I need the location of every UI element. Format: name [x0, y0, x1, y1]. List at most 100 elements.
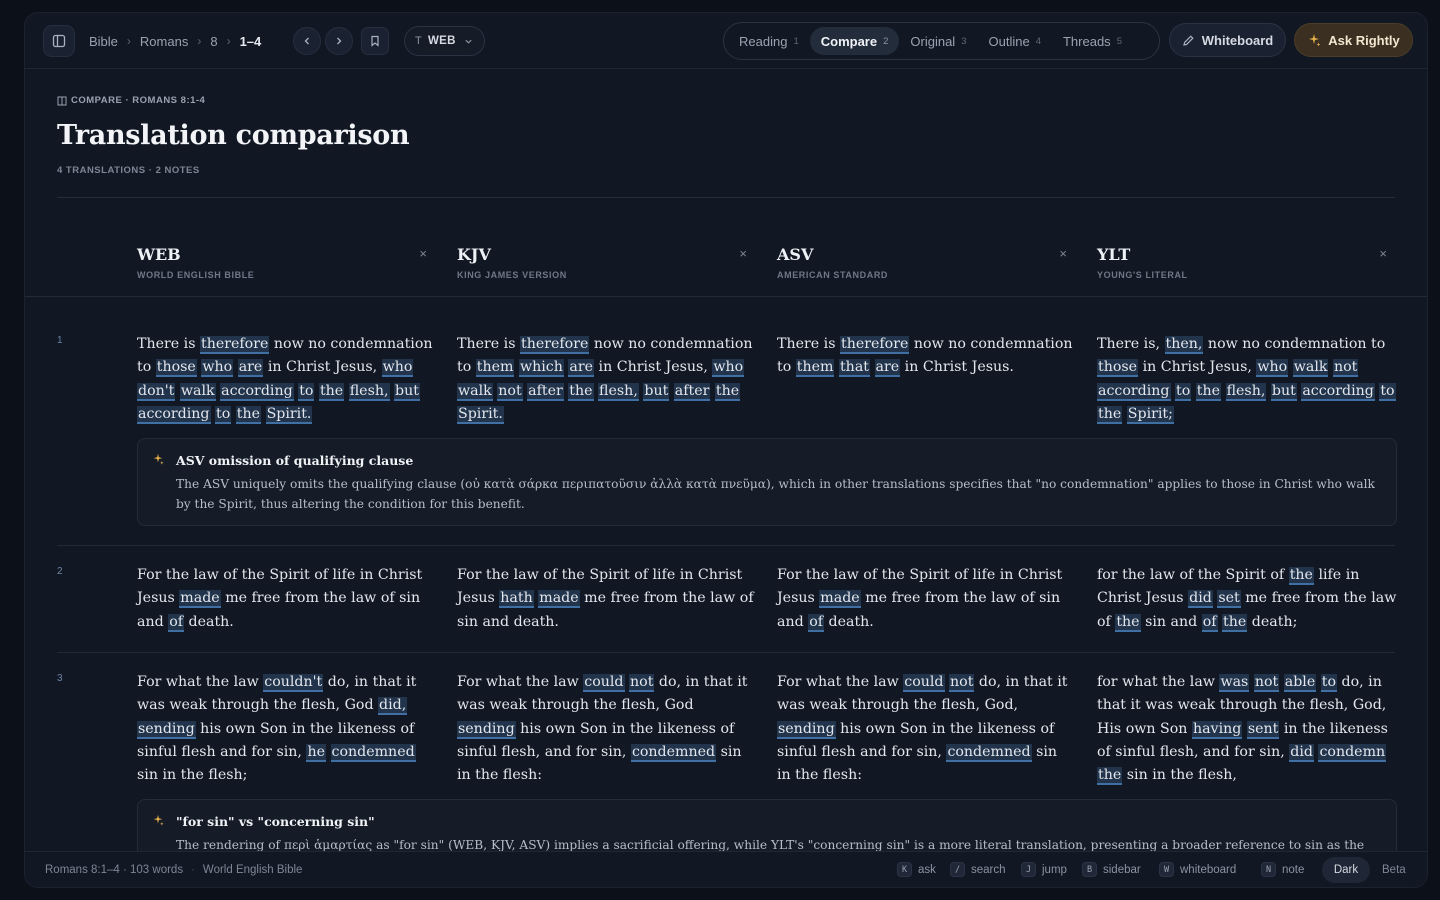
- highlighted-word[interactable]: could: [903, 674, 945, 692]
- highlighted-word[interactable]: those: [1097, 359, 1139, 378]
- highlighted-word[interactable]: them: [475, 359, 515, 378]
- highlighted-word[interactable]: then,: [1164, 336, 1204, 354]
- highlighted-word[interactable]: having: [1191, 720, 1243, 739]
- highlighted-word[interactable]: sent: [1246, 720, 1280, 739]
- tab-compare[interactable]: Compare 2: [809, 27, 900, 55]
- shortcut-whiteboard[interactable]: W whiteboard: [1159, 862, 1236, 877]
- highlighted-word[interactable]: flesh,: [1225, 382, 1267, 401]
- highlighted-word[interactable]: of: [168, 613, 184, 632]
- highlighted-word[interactable]: to: [1379, 382, 1396, 401]
- highlighted-word[interactable]: flesh,: [598, 382, 639, 401]
- note-card[interactable]: ASV omission of qualifying clause The AS…: [137, 438, 1397, 526]
- highlighted-word[interactable]: the: [235, 405, 262, 424]
- highlighted-word[interactable]: to: [1175, 382, 1192, 401]
- highlighted-word[interactable]: who: [1256, 359, 1289, 378]
- translation-select[interactable]: T WEB: [404, 26, 485, 56]
- highlighted-word[interactable]: condemned: [630, 743, 717, 762]
- highlighted-word[interactable]: after: [527, 382, 564, 401]
- highlighted-word[interactable]: to: [1320, 674, 1337, 692]
- close-icon[interactable]: ×: [1379, 246, 1387, 261]
- highlighted-word[interactable]: not: [949, 674, 975, 692]
- shortcut-jump[interactable]: J jump: [1021, 862, 1067, 877]
- bookmark-button[interactable]: [361, 27, 389, 55]
- highlighted-word[interactable]: of: [808, 613, 824, 632]
- highlighted-word[interactable]: was: [1219, 674, 1250, 692]
- highlighted-word[interactable]: made: [819, 590, 861, 609]
- highlighted-word[interactable]: the: [1222, 613, 1248, 632]
- highlighted-word[interactable]: sending: [777, 720, 836, 739]
- highlighted-word[interactable]: hath: [499, 590, 534, 609]
- highlighted-word[interactable]: according: [220, 382, 294, 401]
- shortcut-note[interactable]: N note: [1261, 862, 1304, 877]
- highlighted-word[interactable]: but: [643, 382, 670, 401]
- highlighted-word[interactable]: condemned: [946, 743, 1032, 762]
- highlighted-word[interactable]: not: [1332, 359, 1359, 378]
- highlighted-word[interactable]: therefore: [520, 336, 590, 354]
- highlighted-word[interactable]: are: [568, 359, 595, 378]
- highlighted-word[interactable]: condemn: [1318, 743, 1387, 762]
- highlighted-word[interactable]: walk: [179, 382, 216, 401]
- highlighted-word[interactable]: the: [1097, 767, 1123, 786]
- tab-threads[interactable]: Threads 5: [1052, 27, 1133, 55]
- prev-button[interactable]: [293, 27, 321, 55]
- highlighted-word[interactable]: are: [237, 359, 264, 378]
- whiteboard-button[interactable]: Whiteboard: [1169, 23, 1286, 57]
- sidebar-toggle-button[interactable]: [43, 25, 75, 57]
- theme-toggle[interactable]: Dark: [1322, 857, 1370, 883]
- highlighted-word[interactable]: made: [538, 590, 580, 609]
- highlighted-word[interactable]: the: [1115, 613, 1141, 632]
- highlighted-word[interactable]: are: [874, 359, 901, 378]
- highlighted-word[interactable]: condemned: [330, 743, 416, 762]
- shortcut-ask[interactable]: K ask: [897, 862, 936, 877]
- highlighted-word[interactable]: the: [568, 382, 594, 401]
- highlighted-word[interactable]: don't: [137, 382, 176, 401]
- highlighted-word[interactable]: which: [518, 359, 564, 378]
- highlighted-word[interactable]: Spirit;: [1126, 405, 1174, 424]
- highlighted-word[interactable]: who: [381, 359, 414, 378]
- highlighted-word[interactable]: to: [215, 405, 232, 424]
- highlighted-word[interactable]: able: [1283, 674, 1317, 692]
- highlighted-word[interactable]: according: [137, 405, 211, 424]
- highlighted-word[interactable]: but: [1270, 382, 1297, 401]
- highlighted-word[interactable]: therefore: [840, 336, 910, 354]
- highlighted-word[interactable]: who: [201, 359, 234, 378]
- next-button[interactable]: [325, 27, 353, 55]
- highlighted-word[interactable]: not: [1253, 674, 1280, 692]
- close-icon[interactable]: ×: [739, 246, 747, 261]
- highlighted-word[interactable]: set: [1217, 590, 1241, 609]
- highlighted-word[interactable]: after: [673, 382, 711, 401]
- tab-reading[interactable]: Reading 1: [728, 27, 810, 55]
- breadcrumb-book[interactable]: Romans: [140, 34, 188, 49]
- highlighted-word[interactable]: that: [838, 359, 870, 378]
- highlighted-word[interactable]: Spirit.: [265, 405, 313, 424]
- ask-rightly-button[interactable]: Ask Rightly: [1294, 23, 1413, 57]
- highlighted-word[interactable]: made: [179, 590, 221, 609]
- highlighted-word[interactable]: them: [795, 359, 835, 378]
- highlighted-word[interactable]: the: [1288, 567, 1314, 585]
- highlighted-word[interactable]: therefore: [200, 336, 270, 354]
- shortcut-search[interactable]: / search: [950, 862, 1006, 877]
- breadcrumb-bible[interactable]: Bible: [89, 34, 118, 49]
- highlighted-word[interactable]: walk: [457, 382, 493, 401]
- highlighted-word[interactable]: the: [1195, 382, 1222, 401]
- highlighted-word[interactable]: sending: [457, 720, 516, 739]
- highlighted-word[interactable]: the: [1097, 405, 1123, 424]
- highlighted-word[interactable]: the: [714, 382, 741, 401]
- breadcrumb-verses[interactable]: 1–4: [240, 34, 262, 49]
- tab-outline[interactable]: Outline 4: [977, 27, 1052, 55]
- highlighted-word[interactable]: he: [306, 743, 326, 762]
- highlighted-word[interactable]: the: [318, 382, 345, 401]
- highlighted-word[interactable]: according: [1301, 382, 1375, 401]
- highlighted-word[interactable]: did: [1188, 590, 1213, 609]
- breadcrumb-chapter[interactable]: 8: [210, 34, 217, 49]
- highlighted-word[interactable]: who: [712, 359, 745, 378]
- highlighted-word[interactable]: did,: [378, 697, 408, 716]
- highlighted-word[interactable]: according: [1097, 382, 1171, 401]
- highlighted-word[interactable]: walk: [1292, 359, 1329, 378]
- highlighted-word[interactable]: not: [497, 382, 523, 401]
- highlighted-word[interactable]: of: [1201, 613, 1218, 632]
- shortcut-sidebar[interactable]: B sidebar: [1082, 862, 1141, 877]
- highlighted-word[interactable]: but: [394, 382, 420, 401]
- highlighted-word[interactable]: could: [583, 674, 625, 692]
- highlighted-word[interactable]: flesh,: [348, 382, 390, 401]
